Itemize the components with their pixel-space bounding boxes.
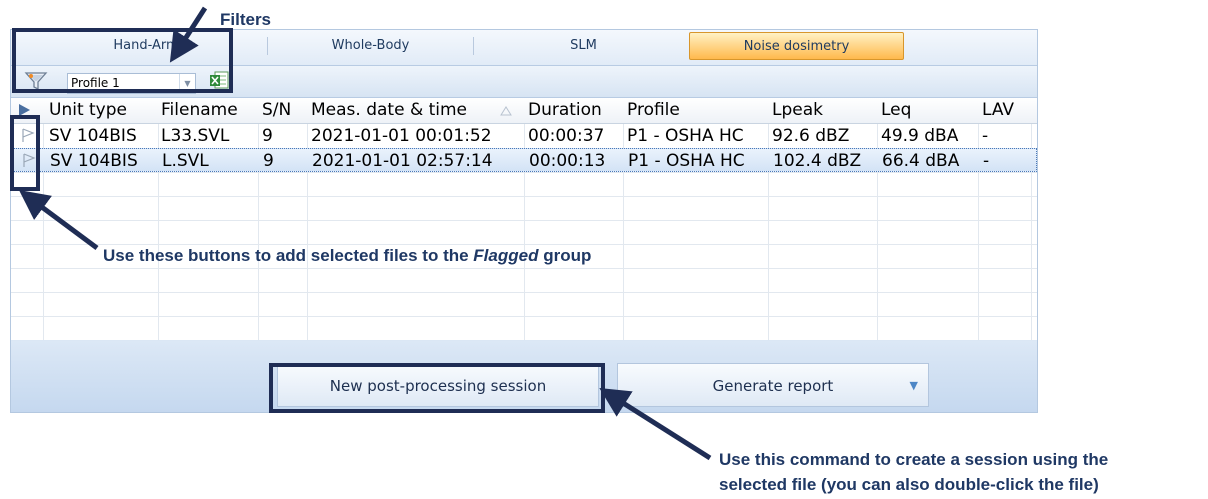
cell-filename: L.SVL <box>162 151 209 171</box>
column-lpeak[interactable]: Lpeak <box>772 98 823 123</box>
sort-ascending-icon <box>500 106 512 116</box>
cell-lpeak: 102.4 dBZ <box>773 151 862 171</box>
cell-leq: 66.4 dBA <box>882 151 960 171</box>
tab-separator <box>473 37 474 55</box>
filters-annotation: Filters <box>220 10 272 29</box>
column-meas-date-time[interactable]: Meas. date & time <box>311 98 467 123</box>
tab-whole-body[interactable]: Whole-Body <box>273 32 468 60</box>
new-session-highlight-box <box>269 363 605 413</box>
cell-datetime: 2021-01-01 02:57:14 <box>312 151 493 171</box>
cell-duration: 00:00:13 <box>529 151 606 171</box>
cell-sn: 9 <box>262 126 273 146</box>
table-row[interactable]: SV 104BIS L33.SVL 9 2021-01-01 00:01:52 … <box>11 124 1037 148</box>
column-filename[interactable]: Filename <box>161 98 238 123</box>
filters-highlight-box <box>12 28 233 93</box>
generate-report-label: Generate report <box>712 377 834 395</box>
cell-datetime: 2021-01-01 00:01:52 <box>311 126 492 146</box>
cell-duration: 00:00:37 <box>528 126 605 146</box>
cell-unit-type: SV 104BIS <box>50 151 138 171</box>
flag-help-annotation: Use these buttons to add selected files … <box>103 246 592 265</box>
column-lav[interactable]: LAV <box>982 98 1014 123</box>
column-leq[interactable]: Leq <box>881 98 911 123</box>
cell-lav: - <box>982 126 989 146</box>
chevron-down-icon[interactable]: ▼ <box>910 364 918 408</box>
cell-lav: - <box>983 151 990 171</box>
tab-noise-dosimetry[interactable]: Noise dosimetry <box>689 32 904 60</box>
cell-unit-type: SV 104BIS <box>49 126 137 146</box>
column-sn[interactable]: S/N <box>262 98 291 123</box>
column-unit-type[interactable]: Unit type <box>49 98 127 123</box>
session-help-annotation-line1: Use this command to create a session usi… <box>719 450 1109 469</box>
cell-leq: 49.9 dBA <box>881 126 959 146</box>
grid-header: Unit type Filename S/N Meas. date & time… <box>11 98 1037 124</box>
cell-profile: P1 - OSHA HC <box>628 151 745 171</box>
column-profile[interactable]: Profile <box>627 98 680 123</box>
cell-lpeak: 92.6 dBZ <box>772 126 850 146</box>
cell-sn: 9 <box>263 151 274 171</box>
tab-separator <box>267 37 268 55</box>
generate-report-button[interactable]: Generate report ▼ <box>617 363 929 407</box>
cell-profile: P1 - OSHA HC <box>627 126 744 146</box>
tab-slm[interactable]: SLM <box>481 32 686 60</box>
table-row-selected[interactable]: SV 104BIS L.SVL 9 2021-01-01 02:57:14 00… <box>11 148 1037 172</box>
measurements-grid: Unit type Filename S/N Meas. date & time… <box>11 98 1037 340</box>
session-help-annotation-line2: selected file (you can also double-click… <box>719 475 1099 494</box>
cell-filename: L33.SVL <box>161 126 230 146</box>
column-duration[interactable]: Duration <box>528 98 602 123</box>
flag-buttons-highlight-box <box>10 115 40 191</box>
